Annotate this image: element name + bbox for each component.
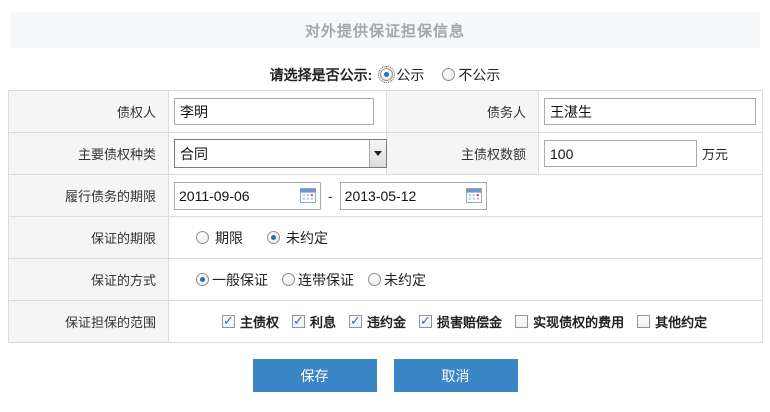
debt-type-select[interactable]: 合同 (174, 139, 387, 168)
table-row: 履行债务的期限 2011-09-06 - 2013-05-12 (9, 175, 763, 217)
radio-option-label: 公示 (396, 65, 424, 85)
checkbox-icon[interactable] (292, 315, 305, 328)
period-end-date-input[interactable]: 2013-05-12 (340, 182, 487, 210)
radio-option-unagreed-method[interactable]: 未约定 (368, 270, 426, 290)
save-button[interactable]: 保存 (253, 359, 377, 392)
checkbox-icon[interactable] (637, 315, 650, 328)
checkbox-icon[interactable] (419, 315, 432, 328)
checkbox-penalty[interactable]: 违约金 (349, 312, 406, 331)
radio-option-not-public[interactable]: 不公示 (442, 65, 500, 85)
table-row: 保证担保的范围 主债权 利息 违约金 (9, 301, 763, 343)
period-start-date-input[interactable]: 2011-09-06 (174, 182, 321, 210)
debt-amount-label: 主债权数额 (387, 133, 539, 175)
radio-option-fixed-term[interactable]: 期限 (196, 228, 243, 248)
checkbox-icon[interactable] (349, 315, 362, 328)
debtor-label: 债务人 (387, 91, 539, 133)
radio-option-public[interactable]: 公示 (380, 65, 424, 85)
publicity-selector: 请选择是否公示: 公示 不公示 (0, 62, 770, 87)
radio-icon[interactable] (267, 231, 280, 244)
radio-icon[interactable] (196, 231, 209, 244)
table-row: 债权人 债务人 (9, 91, 763, 133)
radio-option-joint-guarantee[interactable]: 连带保证 (282, 270, 354, 290)
radio-icon[interactable] (380, 68, 393, 81)
radio-option-general-guarantee[interactable]: 一般保证 (196, 270, 268, 290)
page-title: 对外提供保证担保信息 (305, 20, 465, 41)
checkbox-realization-costs[interactable]: 实现债权的费用 (515, 312, 624, 331)
guarantee-form-table: 债权人 债务人 主要债权种类 合同 主债权数额 万元 (8, 90, 763, 343)
creditor-input[interactable] (174, 98, 374, 125)
checkbox-damages[interactable]: 损害赔偿金 (419, 312, 502, 331)
radio-icon[interactable] (282, 273, 295, 286)
radio-icon[interactable] (442, 68, 455, 81)
debt-type-selected-value: 合同 (175, 144, 369, 164)
debt-amount-input[interactable] (544, 140, 697, 167)
chevron-down-icon (374, 151, 382, 156)
cancel-button[interactable]: 取消 (394, 359, 518, 392)
guarantee-period-label: 保证的期限 (9, 217, 169, 259)
table-row: 保证的方式 一般保证 连带保证 未约定 (9, 259, 763, 301)
calendar-icon[interactable] (300, 188, 316, 203)
date-range-separator: - (328, 188, 333, 204)
performance-period-label: 履行债务的期限 (9, 175, 169, 217)
debtor-input[interactable] (544, 98, 756, 125)
publicity-label: 请选择是否公示: (270, 65, 373, 85)
radio-icon[interactable] (196, 273, 209, 286)
checkbox-icon[interactable] (515, 315, 528, 328)
checkbox-principal-claim[interactable]: 主债权 (222, 312, 279, 331)
guarantee-form-page: 对外提供保证担保信息 请选择是否公示: 公示 不公示 债权人 债务人 主要债权种… (0, 0, 770, 412)
page-header: 对外提供保证担保信息 (10, 12, 760, 48)
radio-icon[interactable] (368, 273, 381, 286)
calendar-icon[interactable] (466, 188, 482, 203)
radio-option-label: 不公示 (458, 65, 500, 85)
table-row: 主要债权种类 合同 主债权数额 万元 (9, 133, 763, 175)
guarantee-method-label: 保证的方式 (9, 259, 169, 301)
checkbox-interest[interactable]: 利息 (292, 312, 336, 331)
form-actions: 保存 取消 (0, 359, 770, 392)
guarantee-scope-label: 保证担保的范围 (9, 301, 169, 343)
checkbox-other-agreed[interactable]: 其他约定 (637, 312, 707, 331)
debt-type-label: 主要债权种类 (9, 133, 169, 175)
radio-option-unagreed-term[interactable]: 未约定 (267, 228, 328, 248)
dropdown-button[interactable] (369, 140, 386, 167)
table-row: 保证的期限 期限 未约定 (9, 217, 763, 259)
creditor-label: 债权人 (9, 91, 169, 133)
checkbox-icon[interactable] (222, 315, 235, 328)
debt-amount-unit: 万元 (702, 147, 728, 162)
